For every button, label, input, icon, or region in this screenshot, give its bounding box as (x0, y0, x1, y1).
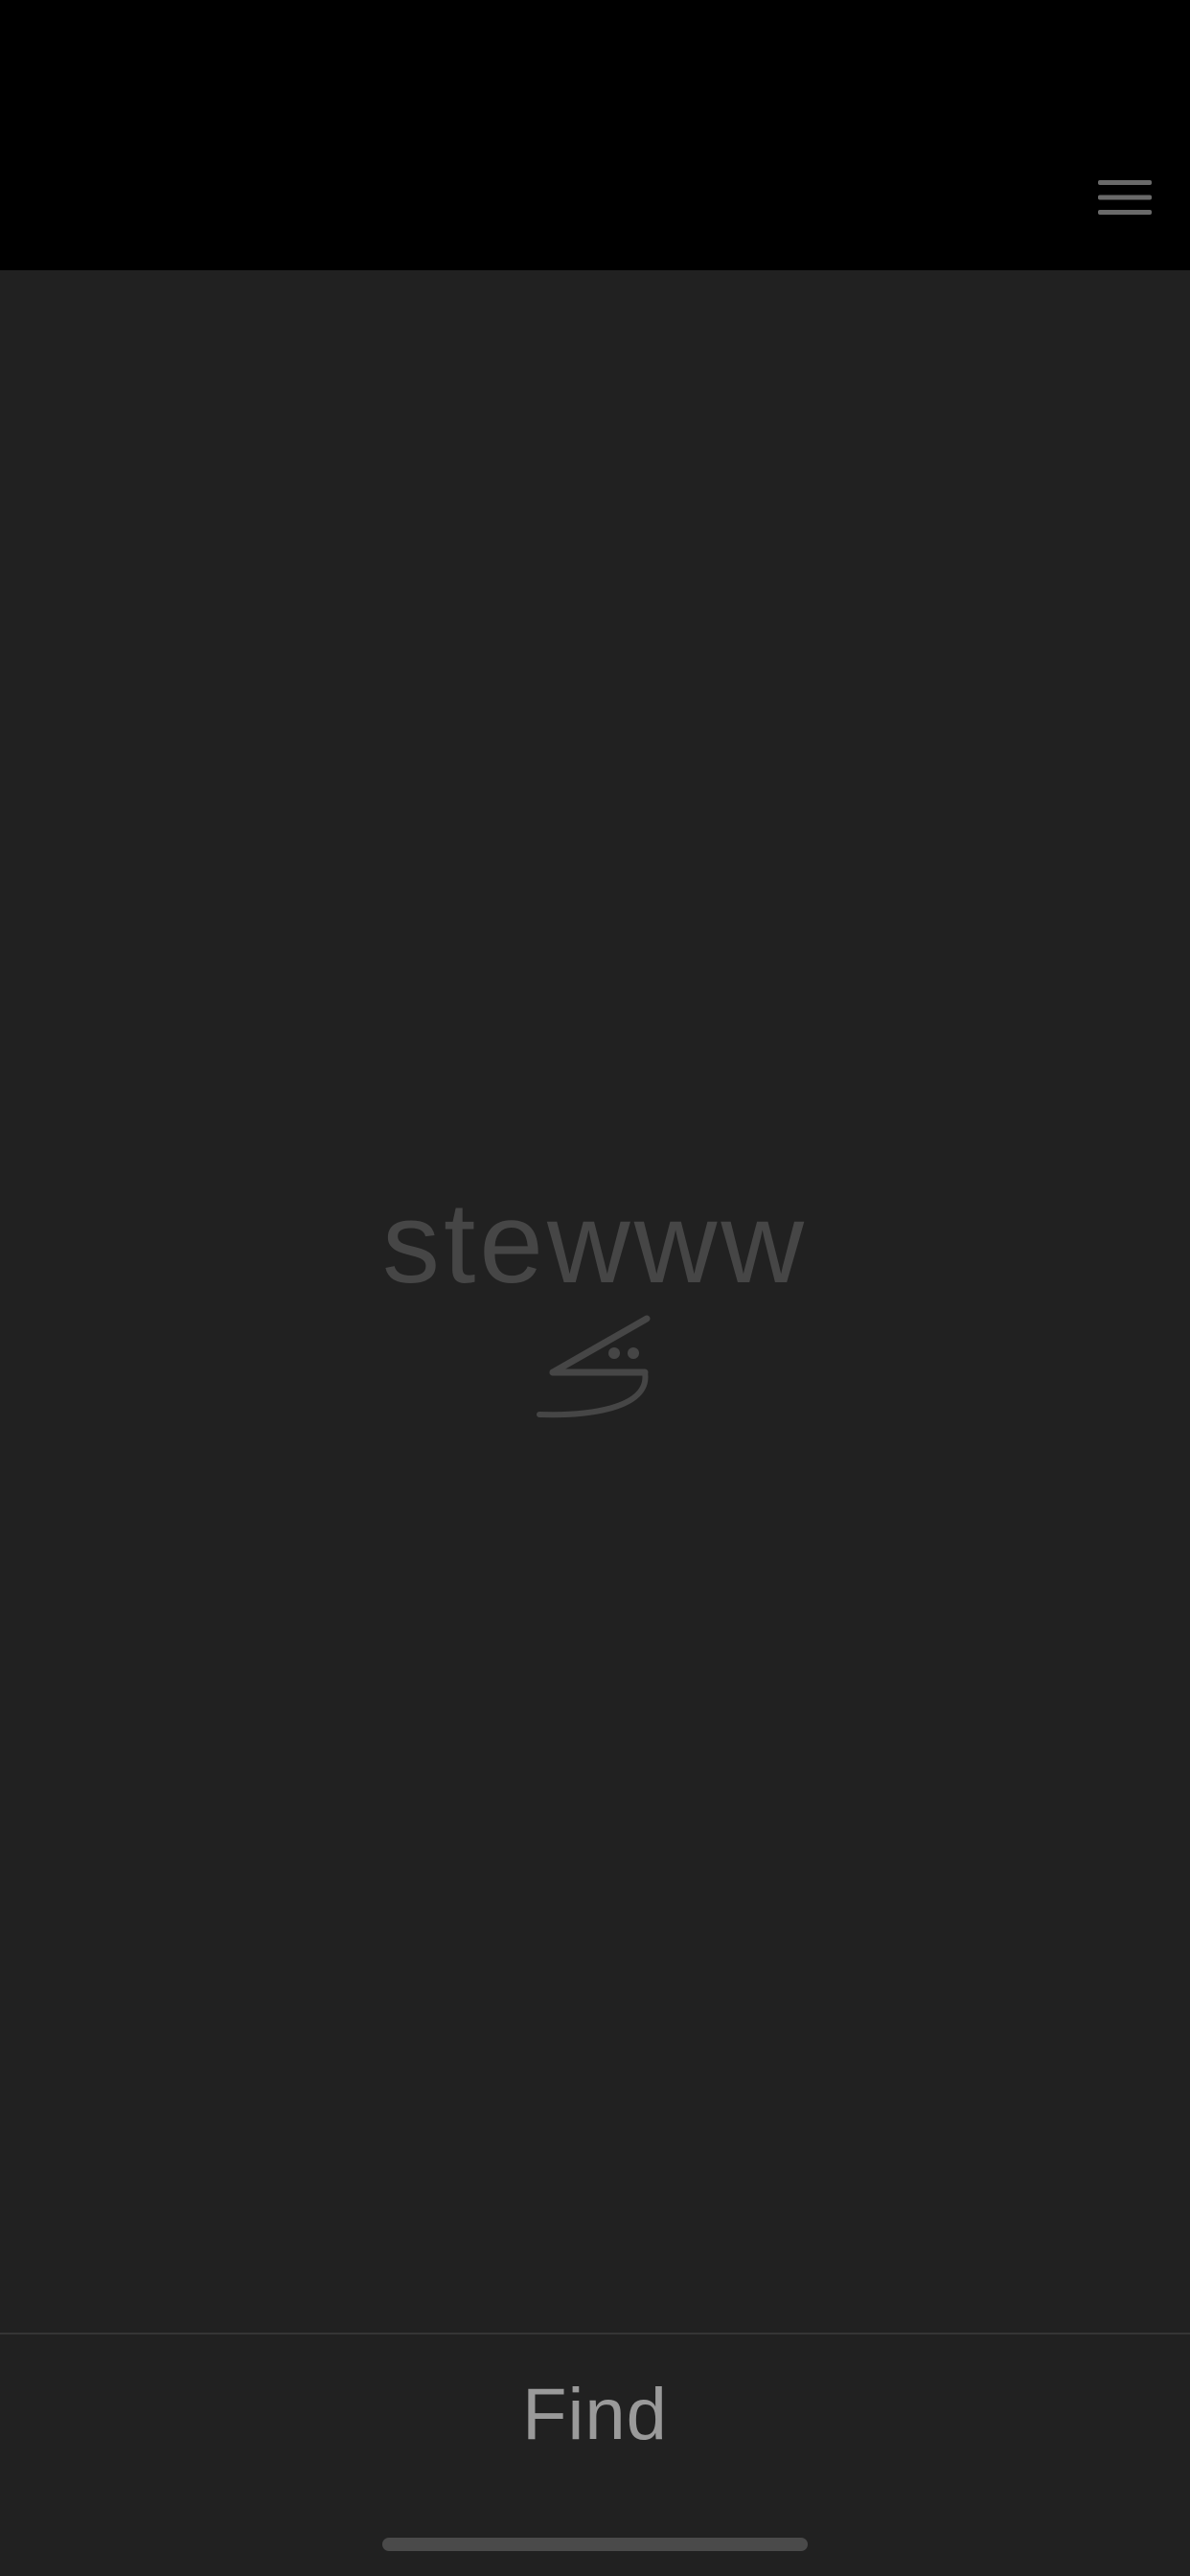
bottom-bar: Find (0, 2333, 1190, 2576)
app-screen: stewww Find (0, 0, 1190, 2576)
find-button[interactable]: Find (355, 2361, 835, 2467)
home-indicator[interactable] (382, 2538, 808, 2551)
top-bar (0, 0, 1190, 270)
stewww-logo-mark-icon (537, 1315, 651, 1418)
menu-button[interactable] (1079, 163, 1171, 232)
brand-logo: stewww (0, 1181, 1190, 1305)
hamburger-menu-icon (1098, 180, 1152, 215)
brand-name: stewww (381, 1179, 809, 1307)
